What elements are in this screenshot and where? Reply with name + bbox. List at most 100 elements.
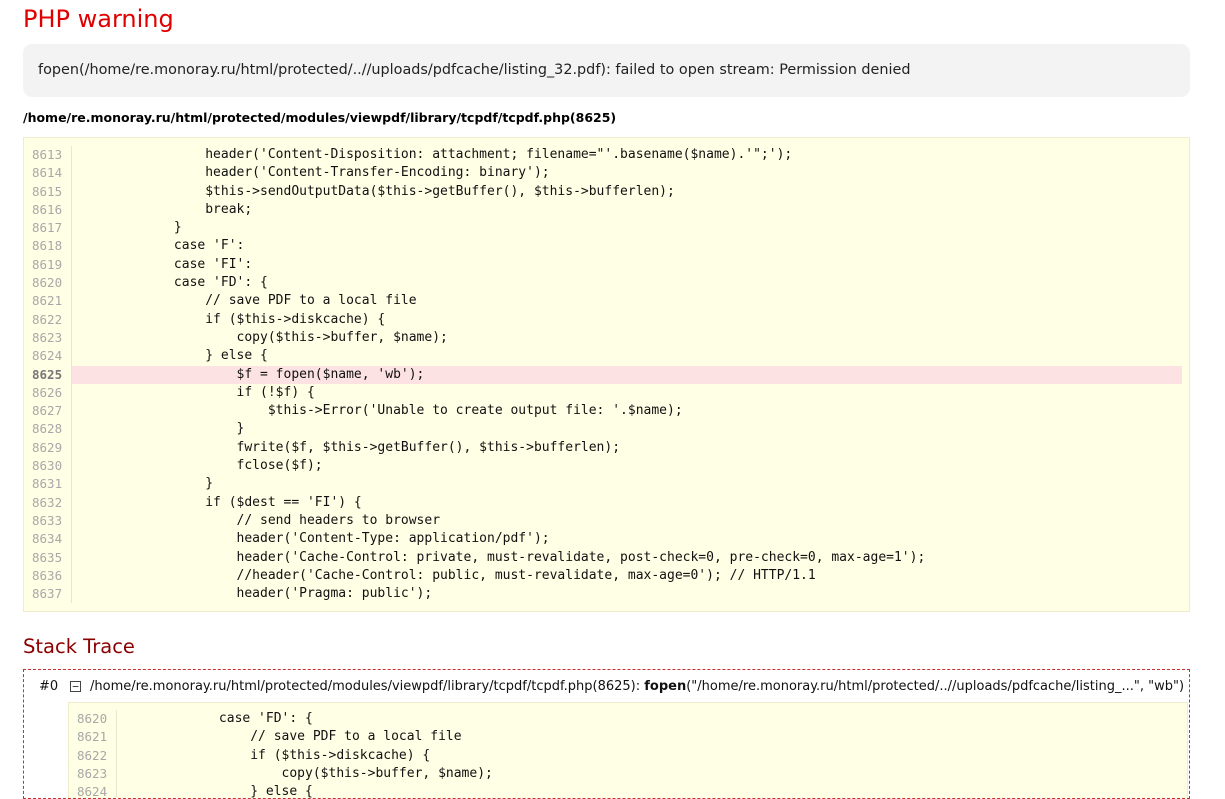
- line-number: 8617: [24, 219, 72, 238]
- line-number: 8619: [24, 255, 72, 275]
- line-code: // save PDF to a local file: [125, 729, 462, 745]
- line-number: 8631: [24, 475, 72, 494]
- line-code: if (!$f) {: [80, 384, 315, 400]
- source-line: 8617 }: [24, 219, 1189, 238]
- line-code: }: [80, 421, 245, 437]
- line-number: 8628: [24, 420, 72, 439]
- line-code: }: [80, 220, 182, 236]
- error-message: fopen(/home/re.monoray.ru/html/protected…: [23, 44, 1190, 97]
- line-code: $this->Error('Unable to create output fi…: [80, 403, 683, 419]
- trace-item-function: fopen: [644, 679, 687, 694]
- line-number: 8615: [24, 182, 72, 201]
- line-code: copy($this->buffer, $name);: [80, 329, 448, 345]
- line-number: 8616: [24, 200, 72, 220]
- line-number: 8634: [24, 530, 72, 549]
- line-code: header('Pragma: public');: [80, 586, 433, 602]
- line-code: header('Content-Type: application/pdf');: [80, 531, 550, 547]
- source-line: 8626 if (!$f) {: [24, 383, 1189, 403]
- stack-trace: #0 − /home/re.monoray.ru/html/protected/…: [23, 669, 1190, 799]
- line-code: fclose($f);: [80, 458, 323, 474]
- line-code: //header('Cache-Control: public, must-re…: [80, 567, 816, 583]
- source-line: 8622 if ($this->diskcache) {: [24, 310, 1189, 329]
- line-code: // send headers to browser: [80, 512, 441, 528]
- source-line: 8621 // save PDF to a local file: [69, 728, 1187, 747]
- source-line: 8635 header('Cache-Control: private, mus…: [24, 548, 1189, 567]
- line-number: 8622: [24, 310, 72, 329]
- source-line: 8628 }: [24, 420, 1189, 439]
- source-line: 8629 fwrite($f, $this->getBuffer(), $thi…: [24, 438, 1189, 458]
- line-code: header('Content-Transfer-Encoding: binar…: [80, 165, 550, 181]
- source-line: 8637 header('Pragma: public');: [24, 585, 1189, 604]
- trace-item-path: /home/re.monoray.ru/html/protected/modul…: [90, 679, 645, 694]
- line-number: 8613: [24, 146, 72, 165]
- source-line: 8615 $this->sendOutputData($this->getBuf…: [24, 182, 1189, 201]
- line-number: 8626: [24, 383, 72, 403]
- line-number: 8620: [24, 274, 72, 293]
- line-code: header('Cache-Control: private, must-rev…: [80, 549, 926, 565]
- source-line: 8624 } else {: [24, 347, 1189, 366]
- source-line: 8624 } else {: [69, 783, 1187, 799]
- line-number: 8629: [24, 438, 72, 458]
- source-line: 8614 header('Content-Transfer-Encoding: …: [24, 164, 1189, 183]
- line-number: 8624: [69, 783, 117, 798]
- line-code: case 'FI':: [80, 256, 253, 272]
- source-line: 8622 if ($this->diskcache) {: [69, 746, 1187, 765]
- line-number: 8621: [69, 728, 117, 747]
- source-line: 8634 header('Content-Type: application/p…: [24, 530, 1189, 549]
- line-code: if ($this->diskcache) {: [80, 311, 386, 327]
- line-number: 8620: [69, 710, 117, 729]
- source-line: 8613 header('Content-Disposition: attach…: [24, 146, 1189, 165]
- stack-trace-title: Stack Trace: [23, 635, 135, 658]
- line-code: case 'FD': {: [125, 711, 313, 726]
- line-number: 8625: [24, 365, 72, 384]
- line-number: 8632: [24, 493, 72, 512]
- page-title: PHP warning: [23, 5, 174, 33]
- line-number: 8635: [24, 548, 72, 567]
- error-page: PHP warning fopen(/home/re.monoray.ru/ht…: [0, 0, 1225, 799]
- source-line: 8623 copy($this->buffer, $name);: [24, 328, 1189, 348]
- source-code-block: 8613 header('Content-Disposition: attach…: [23, 137, 1190, 612]
- line-number: 8624: [24, 347, 72, 366]
- line-code: copy($this->buffer, $name);: [125, 765, 493, 781]
- line-code: $f = fopen($name, 'wb');: [72, 365, 1182, 384]
- trace-source-block: 8620 case 'FD': { 8621 // save PDF to a l…: [68, 702, 1188, 799]
- trace-item-text: /home/re.monoray.ru/html/protected/modul…: [90, 678, 1184, 696]
- line-number: 8622: [69, 746, 117, 765]
- source-line: 8621 // save PDF to a local file: [24, 292, 1189, 311]
- source-line: 8623 copy($this->buffer, $name);: [69, 764, 1187, 784]
- line-number: 8633: [24, 511, 72, 531]
- line-code: header('Content-Disposition: attachment;…: [80, 147, 793, 162]
- line-code: }: [80, 476, 214, 492]
- line-code: case 'FD': {: [80, 275, 268, 291]
- source-line: 8619 case 'FI':: [24, 255, 1189, 275]
- line-number: 8637: [24, 585, 72, 604]
- line-number: 8636: [24, 566, 72, 586]
- source-line: 8616 break;: [24, 200, 1189, 220]
- source-line: 8618 case 'F':: [24, 237, 1189, 256]
- line-number: 8623: [24, 328, 72, 348]
- line-code: break;: [80, 201, 253, 217]
- line-number: 8623: [69, 764, 117, 784]
- source-line: 8627 $this->Error('Unable to create outp…: [24, 402, 1189, 421]
- line-number: 8627: [24, 402, 72, 421]
- trace-item-args: ("/home/re.monoray.ru/html/protected/../…: [686, 679, 1185, 694]
- source-line-error: 8625 $f = fopen($name, 'wb');: [24, 365, 1189, 384]
- line-number: 8614: [24, 164, 72, 183]
- line-code: if ($this->diskcache) {: [125, 747, 431, 763]
- line-code: if ($dest == 'FI') {: [80, 494, 362, 510]
- trace-item-number: #0: [39, 679, 59, 694]
- line-code: } else {: [80, 348, 268, 364]
- source-line: 8633 // send headers to browser: [24, 511, 1189, 531]
- line-number: 8618: [24, 237, 72, 256]
- source-line: 8636 //header('Cache-Control: public, mu…: [24, 566, 1189, 586]
- source-line: 8632 if ($dest == 'FI') {: [24, 493, 1189, 512]
- collapse-toggle-icon[interactable]: −: [70, 681, 81, 692]
- line-code: // save PDF to a local file: [80, 293, 417, 309]
- error-file-path: /home/re.monoray.ru/html/protected/modul…: [23, 110, 617, 125]
- line-number: 8621: [24, 292, 72, 311]
- line-code: fwrite($f, $this->getBuffer(), $this->bu…: [80, 439, 621, 455]
- source-line: 8631 }: [24, 475, 1189, 494]
- line-code: } else {: [125, 784, 313, 799]
- line-code: $this->sendOutputData($this->getBuffer()…: [80, 183, 675, 199]
- source-line: 8630 fclose($f);: [24, 457, 1189, 476]
